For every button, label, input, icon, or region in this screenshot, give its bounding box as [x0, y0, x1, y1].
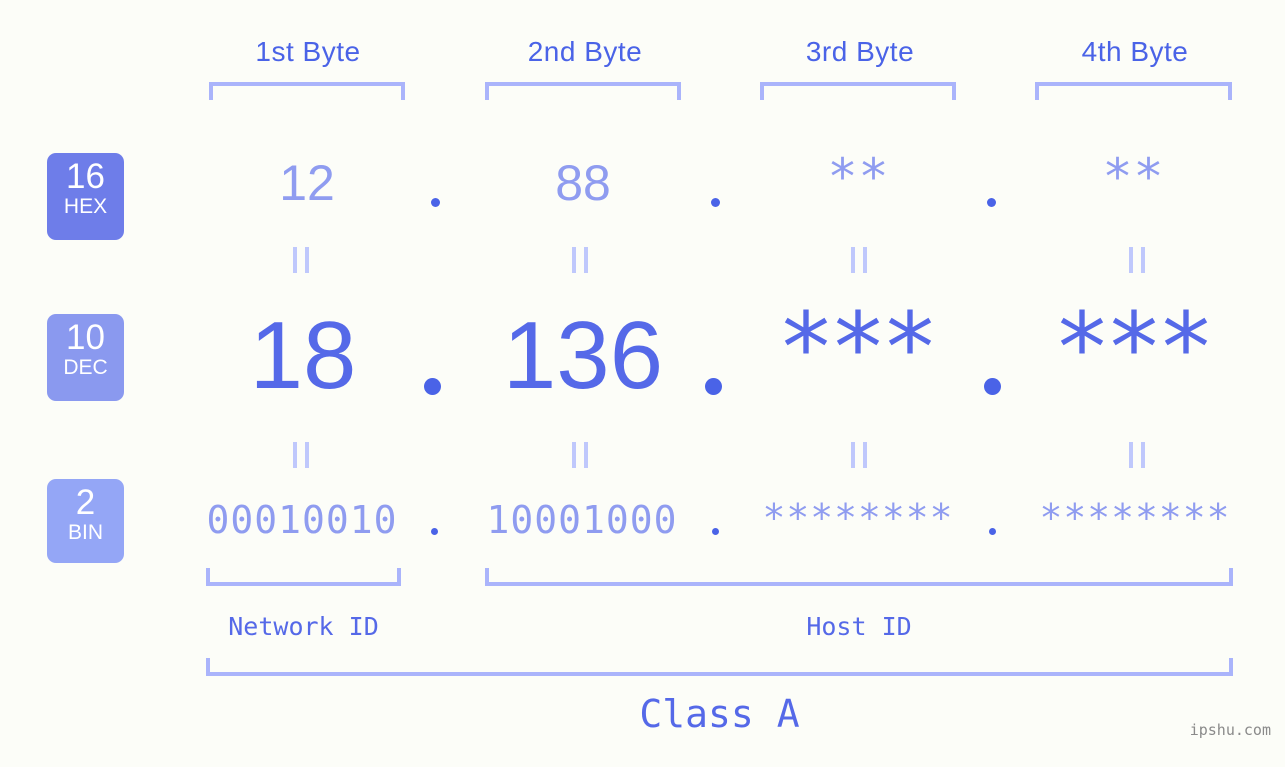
- base-badge-hex-name: HEX: [63, 195, 108, 218]
- byte-bracket-3: [760, 82, 956, 100]
- base-badge-bin: 2 BIN: [47, 479, 124, 563]
- base-badge-hex: 16 HEX: [47, 153, 124, 240]
- base-badge-dec-number: 10: [66, 318, 105, 357]
- byte-header-1: 1st Byte: [255, 36, 361, 67]
- dec-separator-1: [424, 378, 441, 395]
- hex-separator-2: [711, 198, 720, 207]
- hex-separator-1: [431, 198, 440, 207]
- equals-sign-hex-dec-4: [1129, 247, 1145, 273]
- bin-byte-3-value: ********: [762, 496, 954, 540]
- base-badge-bin-number: 2: [75, 483, 96, 522]
- byte-header-2: 2nd Byte: [527, 36, 643, 67]
- dec-byte-2-value: 136: [502, 302, 664, 409]
- hex-separator-3: [987, 198, 996, 207]
- base-badge-dec: 10 DEC: [47, 314, 124, 401]
- network-id-bracket: [206, 568, 401, 586]
- dec-byte-4-value: ***: [1058, 292, 1214, 404]
- equals-sign-hex-dec-3: [851, 247, 867, 273]
- equals-sign-hex-dec-1: [293, 247, 309, 273]
- equals-sign-dec-bin-4: [1129, 442, 1145, 468]
- hex-byte-1-value: 12: [279, 155, 335, 211]
- equals-sign-dec-bin-3: [851, 442, 867, 468]
- byte-header-3: 3rd Byte: [805, 36, 915, 67]
- byte-bracket-4: [1035, 82, 1232, 100]
- byte-header-4: 4th Byte: [1081, 36, 1189, 67]
- base-badge-hex-number: 16: [66, 157, 105, 196]
- dec-byte-1-value: 18: [249, 302, 357, 409]
- hex-byte-3-value: **: [830, 148, 892, 206]
- dec-separator-3: [984, 378, 1001, 395]
- hex-byte-4-value: **: [1105, 148, 1167, 206]
- bin-byte-1-value: 00010010: [206, 498, 398, 542]
- class-bracket: [206, 658, 1233, 676]
- host-id-bracket: [485, 568, 1233, 586]
- ip-address-breakdown-diagram: 1st Byte 2nd Byte 3rd Byte 4th Byte 16 H…: [0, 0, 1285, 767]
- site-watermark: ipshu.com: [1189, 721, 1271, 739]
- network-id-label: Network ID: [228, 612, 379, 641]
- base-badge-bin-name: BIN: [67, 521, 103, 544]
- bin-byte-4-value: ********: [1039, 496, 1231, 540]
- byte-bracket-2: [485, 82, 681, 100]
- host-id-label: Host ID: [806, 612, 912, 641]
- bin-separator-1: [431, 528, 438, 535]
- base-badge-dec-name: DEC: [63, 356, 108, 379]
- bin-byte-2-value: 10001000: [486, 498, 678, 542]
- bin-separator-3: [989, 528, 996, 535]
- equals-sign-dec-bin-1: [293, 442, 309, 468]
- byte-bracket-1: [209, 82, 405, 100]
- hex-byte-2-value: 88: [555, 155, 611, 211]
- dec-separator-2: [705, 378, 722, 395]
- bin-separator-2: [712, 528, 719, 535]
- dec-byte-3-value: ***: [782, 292, 938, 404]
- equals-sign-hex-dec-2: [572, 247, 588, 273]
- equals-sign-dec-bin-2: [572, 442, 588, 468]
- class-label: Class A: [639, 692, 800, 736]
